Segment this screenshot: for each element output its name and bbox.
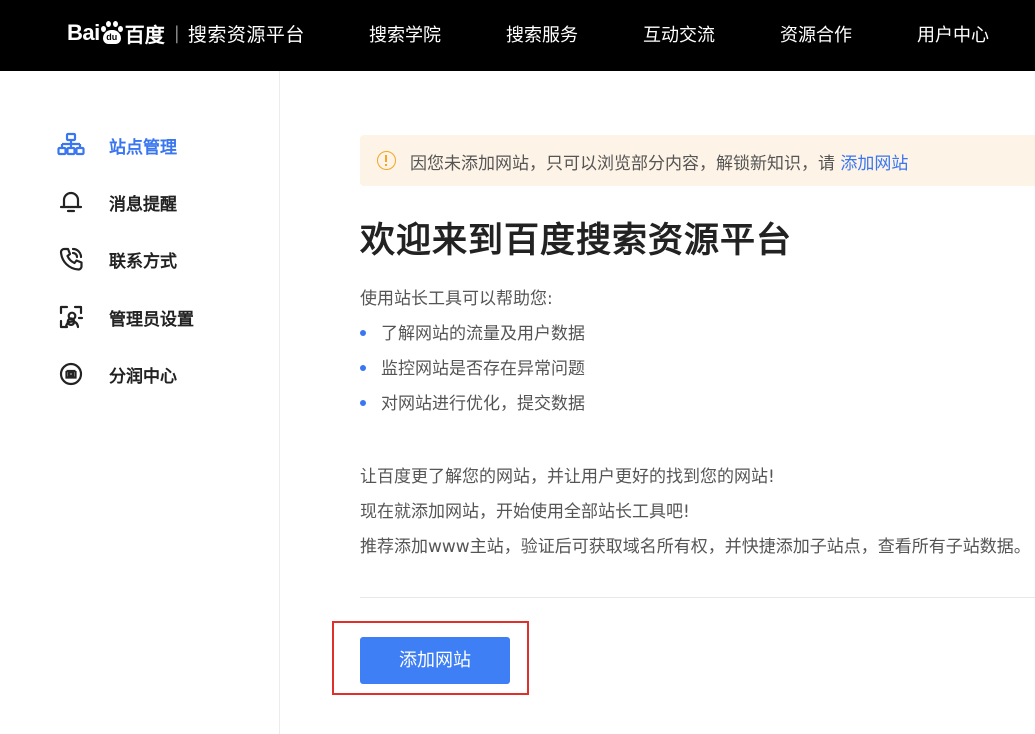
sidebar-item-label: 消息提醒 (109, 194, 177, 215)
baidu-logo[interactable]: Bai du 百度 | 搜索资源平台 (67, 13, 305, 53)
list-item-text: 了解网站的流量及用户数据 (381, 324, 585, 344)
nav-resource-cooperation[interactable]: 资源合作 (780, 24, 852, 48)
platform-name: 搜索资源平台 (187, 23, 305, 46)
list-item: 了解网站的流量及用户数据 (360, 319, 585, 344)
sidebar-item-label: 联系方式 (109, 251, 177, 272)
logo-separator: | (173, 22, 180, 44)
logo-paw-text: du (106, 32, 118, 42)
list-item-text: 对网站进行优化，提交数据 (381, 394, 585, 414)
sidebar-item-label: 分润中心 (109, 366, 177, 387)
add-site-button[interactable]: 添加网站 (360, 637, 510, 684)
nav-community[interactable]: 互动交流 (643, 24, 715, 48)
notice-add-site-link[interactable]: 添加网站 (840, 154, 908, 174)
warning-icon (377, 151, 396, 170)
sidebar-item-contact[interactable]: 联系方式 (56, 244, 177, 274)
description-line: 让百度更了解您的网站，并让用户更好的找到您的网站! (360, 467, 775, 487)
divider (360, 597, 1035, 598)
sitemap-icon (56, 130, 86, 160)
list-item: 监控网站是否存在异常问题 (360, 354, 585, 379)
description-line: 现在就添加网站，开始使用全部站长工具吧! (360, 502, 690, 522)
notice-text: 因您未添加网站，只可以浏览部分内容，解锁新知识，请 添加网站 (410, 149, 908, 174)
notice-banner: 因您未添加网站，只可以浏览部分内容，解锁新知识，请 添加网站 (360, 135, 1035, 186)
notice-message: 因您未添加网站，只可以浏览部分内容，解锁新知识，请 (410, 154, 841, 174)
bell-icon (56, 187, 86, 217)
admin-user-icon (56, 302, 86, 332)
phone-icon (56, 244, 86, 274)
description-line: 推荐添加www主站，验证后可获取域名所有权，并快捷添加子站点，查看所有子站数据。 (360, 537, 1031, 557)
nav-search-services[interactable]: 搜索服务 (506, 24, 578, 48)
page-title: 欢迎来到百度搜索资源平台 (360, 221, 793, 261)
sidebar-item-label: 管理员设置 (109, 309, 194, 330)
nav-search-academy[interactable]: 搜索学院 (369, 24, 441, 48)
sidebar-item-admin-settings[interactable]: 管理员设置 (56, 302, 194, 332)
logo-wordmark: Bai (67, 20, 100, 45)
sidebar: 站点管理 消息提醒 联系方式 管理员设置 分润中心 (0, 71, 280, 734)
list-item-text: 监控网站是否存在异常问题 (381, 359, 585, 379)
paw-icon: du (100, 21, 123, 45)
intro-text: 使用站长工具可以帮助您: (360, 289, 553, 309)
bullet-dot (360, 365, 366, 371)
list-item: 对网站进行优化，提交数据 (360, 389, 585, 414)
sidebar-item-label: 站点管理 (109, 137, 177, 158)
logo-chinese: 百度 (124, 22, 165, 47)
sidebar-item-revenue-center[interactable]: 分润中心 (56, 359, 177, 389)
nav-user-center[interactable]: 用户中心 (917, 24, 989, 48)
top-navbar: Bai du 百度 | 搜索资源平台 搜索学院 搜索服务 互动交流 资源合作 用… (0, 0, 1035, 71)
sidebar-item-site-management[interactable]: 站点管理 (56, 130, 177, 160)
sidebar-item-messages[interactable]: 消息提醒 (56, 187, 177, 217)
revenue-share-icon (56, 359, 86, 389)
bullet-dot (360, 330, 366, 336)
bullet-dot (360, 400, 366, 406)
